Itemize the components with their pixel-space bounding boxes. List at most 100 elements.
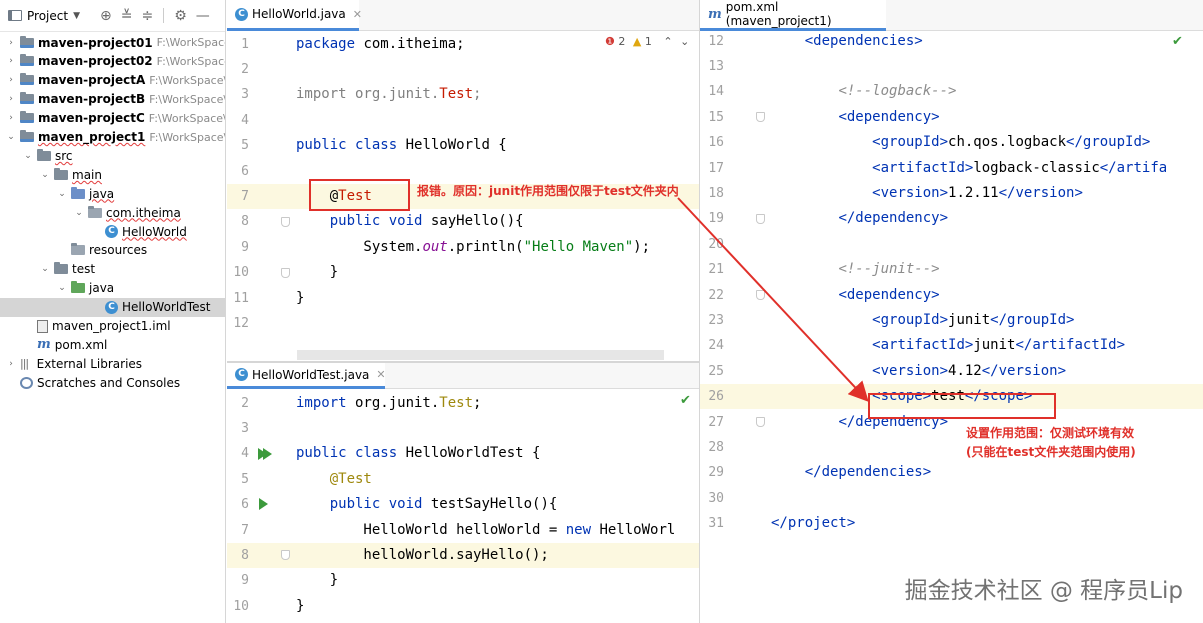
scratches-icon [20,376,33,389]
tree-item[interactable]: resources [0,241,225,260]
chevron-down-icon[interactable]: ⌄ [40,170,50,180]
code-text: public class HelloWorld { [296,137,507,154]
tree-item-label: maven-project01 [38,35,153,50]
locate-icon[interactable]: ⊕ [100,8,112,24]
tree-item[interactable]: ⌄ main [0,165,225,184]
folder-icon [54,262,68,275]
fold-marker-icon[interactable] [281,216,290,227]
expand-all-icon[interactable]: ≚ [121,8,133,24]
scope-note-line2: (只能在test文件夹范围内使用) [966,445,1136,459]
line-number: 10 [233,598,249,614]
line-number: 29 [708,465,724,481]
tree-item[interactable]: C HelloWorldTest [0,297,225,317]
tab-pom-xml[interactable]: m pom.xml (maven_project1) [700,0,886,31]
tree-item[interactable]: Scratches and Consoles [0,373,225,392]
line-number: 13 [708,58,724,74]
code-line: 20 [700,232,1203,257]
line-number: 28 [708,439,724,455]
fold-marker-icon[interactable] [281,550,290,561]
code-line: 10 } [227,260,699,285]
chevron-down-icon[interactable]: ⌄ [57,189,67,199]
code-text: public void testSayHello(){ [329,496,558,513]
code-line: 7 HelloWorld helloWorld = new HelloWorl [227,518,699,543]
chevron-down-icon[interactable]: ⌄ [57,283,67,293]
code-text: <version>1.2.11</version> [872,184,1083,201]
fold-marker-icon[interactable] [756,112,765,123]
line-number: 30 [708,490,724,506]
close-icon[interactable]: ✕ [376,368,385,381]
chevron-right-icon[interactable]: › [6,56,16,66]
close-icon[interactable]: ✕ [353,8,362,21]
fold-marker-icon[interactable] [756,213,765,224]
chevron-down-icon[interactable]: ⌄ [40,264,50,274]
tree-item[interactable]: › maven-projectC F:\WorkSpace\it [0,109,225,128]
fold-marker-icon[interactable] [756,417,765,427]
class-icon: C [105,225,118,238]
chevron-right-icon[interactable]: › [6,359,16,369]
tree-item[interactable]: › maven-projectB F:\WorkSpace\it [0,90,225,109]
code-text: <groupId>junit</groupId> [872,311,1075,328]
collapse-all-icon[interactable]: ≑ [141,8,153,24]
line-number: 19 [708,211,724,227]
tree-item[interactable]: ⌄ maven_project1F:\WorkSpace\it [0,128,225,147]
code-area[interactable]: 12 <dependencies> 13 14 <!--logback--> 15 <… [700,28,1203,548]
project-toolbar: ⊕ ≚ ≑ ⚙ — [100,8,210,24]
tree-item-label: com.itheima [106,205,181,220]
code-line: 4 public class HelloWorldTest { [227,441,699,466]
tree-item[interactable]: C HelloWorld [0,222,225,241]
code-text: <!--logback--> [838,83,957,100]
chevron-down-icon[interactable]: ⌄ [6,132,16,142]
code-area[interactable]: 2 import org.junit.Test; 3 4 public class He… [227,390,699,623]
line-number: 6 [241,163,249,179]
code-line: 11} [227,286,699,311]
tree-item[interactable]: › maven-projectAF:\WorkSpace\it [0,71,225,90]
chevron-right-icon[interactable]: › [6,113,16,123]
run-test-icon[interactable] [259,498,268,510]
run-class-icon-double[interactable] [263,448,272,460]
fold-marker-icon[interactable] [756,290,765,300]
gear-icon[interactable]: ⚙ [174,8,187,24]
fold-marker-icon[interactable] [281,267,290,278]
tree-item-label: resources [89,243,148,258]
module-folder-icon [20,73,34,86]
code-text: </dependency> [838,210,949,227]
chevron-right-icon[interactable]: › [6,75,16,85]
code-line: 4 [227,108,699,133]
tree-item[interactable]: › maven-project01F:\WorkSpace\it [0,33,225,52]
code-line: 6 public void testSayHello(){ [227,492,699,517]
code-text: <artifactId>junit</artifactId> [872,337,1126,354]
tree-item[interactable]: ⌄ src [0,146,225,165]
tab-label: pom.xml (maven_project1) [725,0,832,28]
tree-item-label: External Libraries [36,356,143,371]
tab-helloworldtest-java[interactable]: C HelloWorldTest.java ✕ [227,363,386,389]
tree-item[interactable]: ⌄ com.itheima [0,203,225,222]
code-text: System.out.println("Hello Maven"); [296,238,651,255]
tree-item[interactable]: ⌄ java [0,184,225,203]
tree-item[interactable]: ⌄ java [0,279,225,298]
module-folder-icon [20,130,34,142]
hide-icon[interactable]: — [196,8,210,24]
code-text: import org.junit.Test; [296,394,482,411]
scope-note-line1: 设置作用范围：仅测试环境有效 [966,426,1135,440]
chevron-right-icon[interactable]: › [6,94,16,104]
chevron-down-icon[interactable]: ⌄ [74,208,84,218]
tree-item[interactable]: ⌄ test [0,260,225,279]
resources-folder-icon [71,243,85,256]
module-folder-icon [20,35,34,48]
tree-item-label: maven-project02 [38,54,153,69]
code-line: 23 <groupId>junit</groupId> [700,308,1203,333]
tree-item[interactable]: › ||| External Libraries [0,354,225,373]
chevron-down-icon[interactable]: ⌄ [23,151,33,161]
line-number: 3 [241,420,249,436]
code-line: 21 <!--junit--> [700,257,1203,282]
tree-item-label: maven_project1 [38,130,146,144]
chevron-down-icon[interactable]: ▼ [73,11,80,21]
tree-item[interactable]: › maven-project02F:\WorkSpace\it [0,52,225,71]
tree-item[interactable]: m pom.xml [0,335,225,354]
tree-item-label: HelloWorldTest [122,300,211,315]
horizontal-scrollbar[interactable] [297,350,664,360]
tree-item[interactable]: maven_project1.iml [0,317,225,336]
tab-helloworld-java[interactable]: C HelloWorld.java ✕ [227,0,362,31]
source-folder-icon [71,186,85,199]
chevron-right-icon[interactable]: › [6,38,16,48]
